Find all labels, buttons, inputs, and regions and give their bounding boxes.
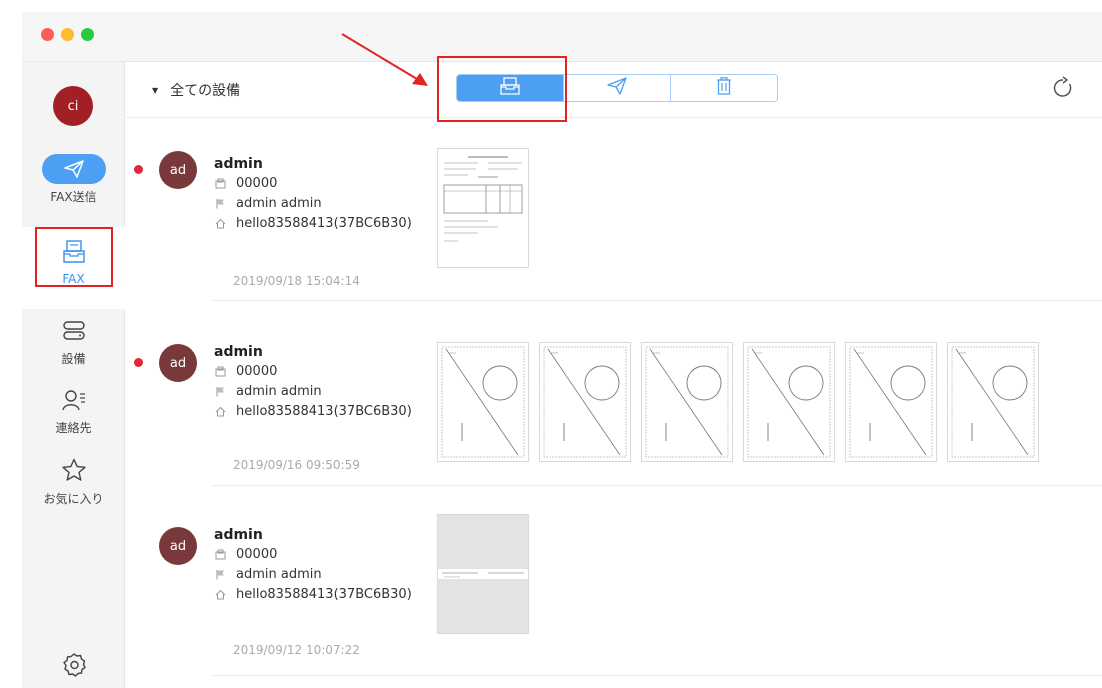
home-icon (214, 218, 226, 230)
sidebar-item-contacts[interactable]: 連絡先 (22, 389, 125, 436)
gear-icon (61, 652, 87, 682)
sender-name: admin (214, 344, 263, 360)
title-bar (22, 12, 1102, 62)
sender-label-line: admin admin (214, 384, 322, 399)
device-filter-label: 全ての設備 (170, 83, 241, 99)
fax-machine-icon (214, 178, 226, 190)
fax-number: 00000 (236, 364, 278, 379)
sidebar-item-label: FAX送信 (50, 190, 97, 204)
device-filter-dropdown[interactable]: ▼ 全ての設備 (152, 80, 240, 100)
sender-avatar: ad (159, 344, 197, 382)
device-name: hello83588413(37BC6B30) (236, 404, 412, 419)
fax-number-line: 00000 (214, 547, 277, 562)
main-content: ▼ 全ての設備 ad admin 00000 admin admin hello… (126, 33, 1102, 688)
fax-page-thumbnail[interactable] (437, 148, 529, 268)
contacts-icon (61, 389, 86, 415)
device-name: hello83588413(37BC6B30) (236, 216, 412, 231)
fax-page-thumbnail[interactable] (743, 342, 835, 462)
star-icon (61, 458, 87, 486)
minimize-window-button[interactable] (61, 28, 74, 41)
device-name: hello83588413(37BC6B30) (236, 587, 412, 602)
home-icon (214, 406, 226, 418)
sidebar-item-label: 連絡先 (55, 421, 92, 435)
fax-machine-icon (214, 549, 226, 561)
sidebar-item-label: お気に入り (43, 492, 104, 506)
sidebar-item-fax-send[interactable]: FAX送信 (22, 154, 125, 205)
flag-icon (214, 386, 226, 398)
fax-number-line: 00000 (214, 176, 277, 191)
flag-icon (214, 569, 226, 581)
app-window: ci FAX送信 FAX 設備 連絡先 お気に入り ▼ 全ての設備 ad adm… (22, 12, 1102, 688)
refresh-icon (1051, 76, 1075, 104)
send-icon (607, 77, 627, 99)
trash-icon (716, 77, 732, 99)
sender-avatar: ad (159, 527, 197, 565)
row-divider (212, 675, 1102, 676)
sidebar-item-settings[interactable]: 設定 (22, 652, 125, 688)
tab-sent[interactable] (564, 75, 671, 101)
sender-name: admin (214, 156, 263, 172)
server-icon (62, 320, 86, 346)
maximize-window-button[interactable] (81, 28, 94, 41)
sender-label-line: admin admin (214, 567, 322, 582)
unread-indicator (134, 165, 143, 174)
user-avatar[interactable]: ci (53, 86, 93, 126)
sidebar-item-devices[interactable]: 設備 (22, 320, 125, 367)
fax-timestamp: 2019/09/16 09:50:59 (233, 458, 360, 472)
sidebar-item-favorites[interactable]: お気に入り (22, 458, 125, 507)
sender-label-line: admin admin (214, 196, 322, 211)
fax-number: 00000 (236, 547, 278, 562)
device-line: hello83588413(37BC6B30) (214, 587, 412, 602)
fax-number: 00000 (236, 176, 278, 191)
fax-page-thumbnail[interactable] (539, 342, 631, 462)
fax-page-thumbnail[interactable] (845, 342, 937, 462)
fax-page-thumbnail[interactable] (437, 342, 529, 462)
sender-label: admin admin (236, 196, 322, 211)
home-icon (214, 589, 226, 601)
device-line: hello83588413(37BC6B30) (214, 216, 412, 231)
sender-label: admin admin (236, 384, 322, 399)
tab-trash[interactable] (671, 75, 777, 101)
sender-label: admin admin (236, 567, 322, 582)
toolbar: ▼ 全ての設備 (126, 33, 1102, 122)
fax-machine-icon (214, 366, 226, 378)
sender-name: admin (214, 527, 263, 543)
annotation-box-fax (35, 227, 113, 287)
fax-page-thumbnail[interactable] (437, 514, 529, 634)
row-divider (212, 300, 1102, 301)
fax-list-item[interactable]: ad admin 00000 admin admin hello83588413… (126, 486, 1102, 676)
sidebar: ci FAX送信 FAX 設備 連絡先 お気に入り (22, 62, 125, 688)
annotation-box-inbox (437, 56, 567, 122)
fax-page-thumbnail[interactable] (641, 342, 733, 462)
refresh-button[interactable] (1051, 76, 1075, 100)
unread-indicator (134, 358, 143, 367)
caret-down-icon: ▼ (152, 85, 159, 95)
close-window-button[interactable] (41, 28, 54, 41)
sidebar-item-label: 設備 (61, 352, 86, 366)
fax-list-item[interactable]: ad admin 00000 admin admin hello83588413… (126, 302, 1102, 486)
fax-timestamp: 2019/09/12 10:07:22 (233, 643, 360, 657)
fax-number-line: 00000 (214, 364, 277, 379)
annotation-arrow (341, 33, 428, 86)
flag-icon (214, 198, 226, 210)
fax-list-item[interactable]: ad admin 00000 admin admin hello83588413… (126, 118, 1102, 301)
fax-timestamp: 2019/09/18 15:04:14 (233, 274, 360, 288)
device-line: hello83588413(37BC6B30) (214, 404, 412, 419)
sender-avatar: ad (159, 151, 197, 189)
paper-plane-icon (41, 154, 106, 184)
fax-page-thumbnail[interactable] (947, 342, 1039, 462)
